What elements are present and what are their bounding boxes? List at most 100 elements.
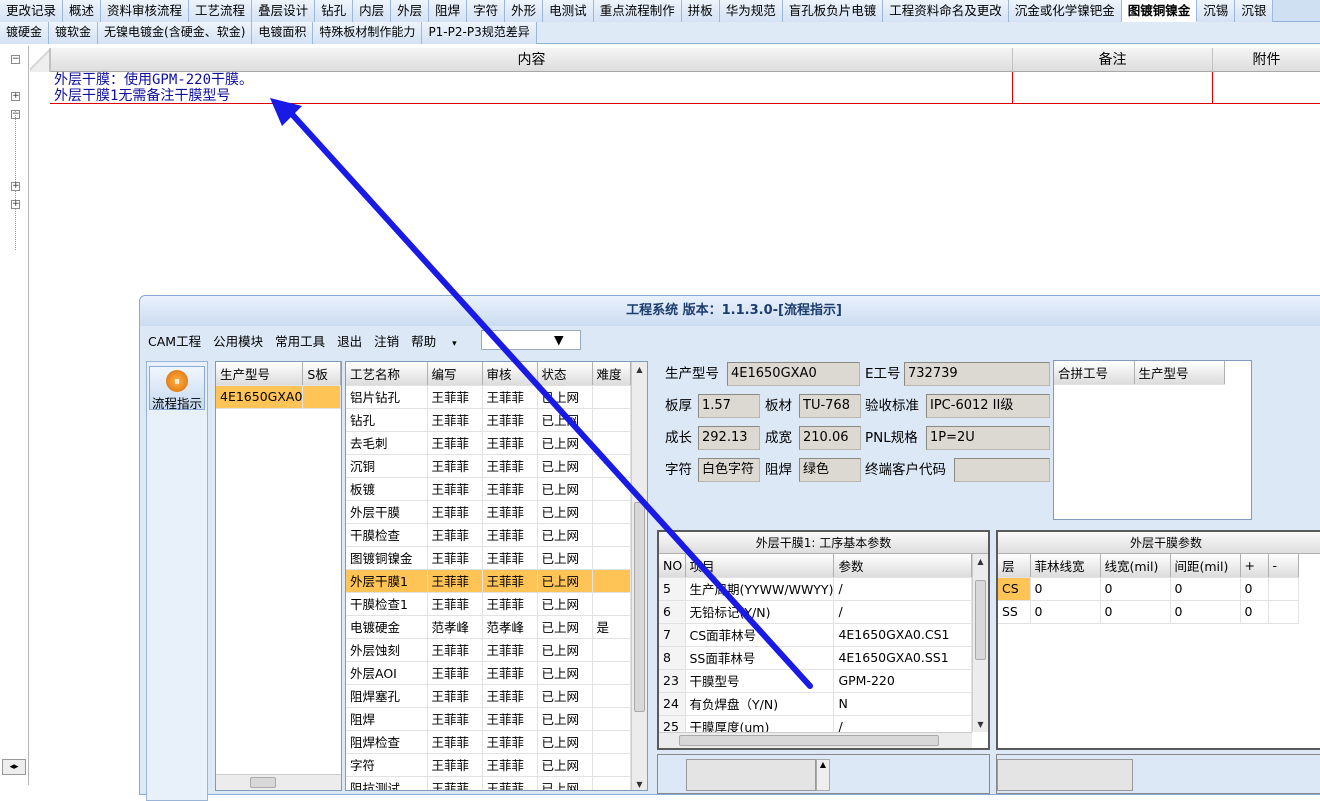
scroll-down-icon[interactable]: ▼ (632, 777, 647, 790)
tab-14[interactable]: 华为规范 (719, 0, 783, 22)
scroll-thumb[interactable] (975, 580, 986, 660)
horizontal-scroll-arrows[interactable]: ◂▸ (2, 759, 26, 775)
scroll-thumb[interactable] (250, 777, 276, 788)
table-row[interactable]: SS 0 0 0 0 (998, 600, 1299, 624)
table-row[interactable]: 5 生产周期(YYWW/WWYY) / (659, 577, 972, 601)
table-row[interactable]: 6 无铅标记(Y/N) / (659, 600, 972, 624)
table-row[interactable]: 外层蚀刻 王菲菲 王菲菲 已上网 (346, 638, 631, 662)
subtab-1[interactable]: 镀软金 (49, 22, 99, 44)
menu-item-tools[interactable]: 常用工具 (275, 331, 325, 350)
table-row[interactable]: 23 干膜型号 GPM-220 (659, 669, 972, 693)
col-header-process[interactable]: 工艺名称 (346, 362, 428, 386)
subtab-3[interactable]: 电镀面积 (252, 22, 314, 44)
tab-9[interactable]: 字符 (467, 0, 506, 22)
table-row[interactable]: 钻孔 王菲菲 王菲菲 已上网 (346, 408, 631, 432)
tab-18[interactable]: 图镀铜镍金 (1121, 0, 1198, 22)
table-row[interactable]: 外层干膜1 王菲菲 王菲菲 已上网 (346, 569, 631, 593)
subtab-2[interactable]: 无镍电镀金(含硬金、软金) (98, 22, 253, 44)
menu-item-logout[interactable]: 注销 (374, 331, 399, 350)
table-row[interactable]: 干膜检查 王菲菲 王菲菲 已上网 (346, 523, 631, 547)
tab-1[interactable]: 概述 (63, 0, 102, 22)
col-header-content[interactable]: 内容 (50, 48, 1012, 72)
tab-4[interactable]: 叠层设计 (252, 0, 316, 22)
col-header-param[interactable]: 参数 (833, 554, 972, 578)
col-header-item[interactable]: 项目 (685, 554, 835, 578)
scroll-thumb[interactable] (634, 502, 645, 712)
collapse-icon[interactable]: − (11, 55, 20, 64)
tab-17[interactable]: 沉金或化学镍钯金 (1008, 0, 1122, 22)
col-header-film-width[interactable]: 菲林线宽 (1030, 554, 1101, 578)
table-row[interactable]: 干膜检查1 王菲菲 王菲菲 已上网 (346, 592, 631, 616)
col-header-attach[interactable]: 附件 (1212, 48, 1320, 72)
expand-icon[interactable]: + (11, 182, 20, 191)
horizontal-scrollbar[interactable] (216, 774, 341, 790)
horizontal-scrollbar[interactable] (659, 732, 972, 748)
tab-0[interactable]: 更改记录 (0, 0, 64, 22)
menu-dropdown[interactable]: ▼ (480, 330, 581, 350)
col-header-spacing[interactable]: 间距(mil) (1170, 554, 1241, 578)
col-header-minus[interactable]: - (1268, 554, 1299, 578)
col-header-merge-model[interactable]: 生产型号 (1134, 361, 1225, 385)
tab-20[interactable]: 沉银 (1235, 0, 1274, 22)
table-row[interactable]: 板镀 王菲菲 王菲菲 已上网 (346, 477, 631, 501)
vertical-scrollbar[interactable]: ▲ ▼ (972, 554, 988, 732)
col-header-no[interactable]: NO (659, 554, 686, 578)
subtab-5[interactable]: P1-P2-P3规范差异 (422, 22, 537, 44)
width-field[interactable]: 210.06 (799, 426, 861, 450)
tab-8[interactable]: 阻焊 (429, 0, 468, 22)
vertical-scrollbar[interactable]: ▲ ▼ (631, 362, 647, 790)
col-header-reviewer[interactable]: 审核 (482, 362, 538, 386)
table-row[interactable]: 7 CS面菲林号 4E1650GXA0.CS1 (659, 623, 972, 647)
table-row[interactable]: 去毛刺 王菲菲 王菲菲 已上网 (346, 431, 631, 455)
scroll-up-icon[interactable]: ▲ (973, 554, 988, 569)
table-row[interactable]: 24 有负焊盘（Y/N) N (659, 692, 972, 716)
menu-item-help[interactable]: 帮助 ▾ (411, 331, 469, 350)
scroll-thumb[interactable] (679, 735, 939, 746)
tab-3[interactable]: 工艺流程 (189, 0, 253, 22)
attach-cell[interactable] (1213, 72, 1320, 104)
tab-12[interactable]: 重点流程制作 (593, 0, 682, 22)
standard-field[interactable]: IPC-6012 II级 (926, 394, 1050, 418)
menu-item-cam[interactable]: CAM工程 (148, 331, 201, 350)
tab-5[interactable]: 钻孔 (315, 0, 354, 22)
tab-13[interactable]: 拼板 (681, 0, 720, 22)
flow-guide-button[interactable]: ⏸ 流程指示 (149, 366, 205, 411)
table-row[interactable]: 阻焊 王菲菲 王菲菲 已上网 (346, 707, 631, 731)
table-row[interactable]: 4E1650GXA0 (216, 385, 341, 409)
expand-icon[interactable]: + (11, 92, 20, 101)
tab-10[interactable]: 外形 (505, 0, 544, 22)
menu-item-exit[interactable]: 退出 (337, 331, 362, 350)
table-row[interactable]: 铝片钻孔 王菲菲 王菲菲 已上网 (346, 385, 631, 409)
subtab-4[interactable]: 特殊板材制作能力 (313, 22, 423, 44)
table-row[interactable]: 阻焊塞孔 王菲菲 王菲菲 已上网 (346, 684, 631, 708)
material-field[interactable]: TU-768 (799, 394, 861, 418)
col-header-s-board[interactable]: S板 (302, 362, 341, 386)
col-header-model[interactable]: 生产型号 (216, 362, 304, 386)
table-row[interactable]: 字符 王菲菲 王菲菲 已上网 (346, 753, 631, 777)
table-row[interactable]: 阻焊检查 王菲菲 王菲菲 已上网 (346, 730, 631, 754)
scroll-up-icon[interactable]: ▲ (632, 362, 647, 377)
remark-cell[interactable] (1013, 72, 1213, 104)
col-header-status[interactable]: 状态 (537, 362, 593, 386)
customer-field[interactable] (954, 458, 1050, 482)
col-header-difficulty[interactable]: 难度 (592, 362, 631, 386)
char-field[interactable]: 白色字符 (698, 458, 760, 482)
table-row[interactable]: 沉铜 王菲菲 王菲菲 已上网 (346, 454, 631, 478)
table-row[interactable]: 阻抗测试 王菲菲 王菲菲 已上网 (346, 776, 631, 790)
table-row[interactable]: CS 0 0 0 0 (998, 577, 1299, 601)
scroll-down-icon[interactable]: ▼ (973, 717, 988, 732)
col-header-remark[interactable]: 备注 (1012, 48, 1212, 72)
subtab-0[interactable]: 镀硬金 (0, 22, 50, 44)
expand-icon[interactable]: + (11, 200, 20, 209)
col-header-plus[interactable]: + (1240, 554, 1269, 578)
col-header-layer[interactable]: 层 (998, 554, 1031, 578)
tab-15[interactable]: 盲孔板负片电镀 (782, 0, 884, 22)
menu-item-common-module[interactable]: 公用模块 (213, 331, 263, 350)
table-row[interactable]: 外层AOI 王菲菲 王菲菲 已上网 (346, 661, 631, 685)
tab-16[interactable]: 工程资料命名及更改 (883, 0, 1009, 22)
mask-field[interactable]: 绿色 (799, 458, 861, 482)
length-field[interactable]: 292.13 (698, 426, 760, 450)
tab-7[interactable]: 外层 (391, 0, 430, 22)
table-row[interactable]: 图镀铜镍金 王菲菲 王菲菲 已上网 (346, 546, 631, 570)
table-row[interactable]: 电镀硬金 范孝峰 范孝峰 已上网是 (346, 615, 631, 639)
